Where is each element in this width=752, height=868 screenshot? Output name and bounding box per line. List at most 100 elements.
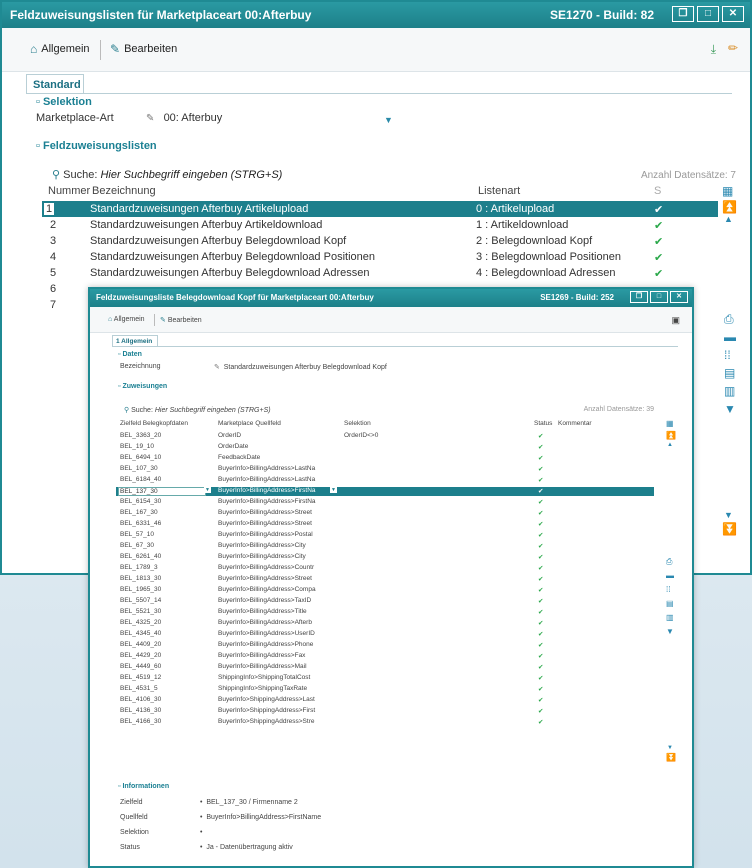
table-row[interactable]: BEL_57_10 BuyerInfo>BillingAddress>Postal… bbox=[116, 531, 654, 540]
table-icon[interactable]: ▤ bbox=[666, 599, 674, 608]
search-bar[interactable]: ⚲ Suche: Hier Suchbegriff eingeben (STRG… bbox=[52, 168, 282, 181]
detail-search-input[interactable]: Hier Suchbegriff eingeben (STRG+S) bbox=[155, 407, 271, 414]
print-icon[interactable]: ⎙ bbox=[666, 557, 672, 567]
down-icon[interactable]: ▼ bbox=[667, 745, 673, 751]
table-row[interactable]: BEL_6154_30 BuyerInfo>BillingAddress>Firs… bbox=[116, 498, 654, 507]
detail-search-bar[interactable]: ⚲ Suche: Hier Suchbegriff eingeben (STRG… bbox=[124, 406, 271, 414]
maximize-button[interactable]: □ bbox=[697, 6, 719, 22]
table-row[interactable]: BEL_19_10 OrderDate ✔ bbox=[116, 443, 654, 452]
restore-button[interactable]: ❐ bbox=[630, 291, 648, 303]
grid-settings-icon[interactable]: ▦ bbox=[722, 184, 733, 198]
last-record-icon[interactable]: ⏬ bbox=[666, 753, 676, 762]
table-row[interactable]: BEL_5507_14 BuyerInfo>BillingAddress>TaxI… bbox=[116, 597, 654, 606]
export-icon[interactable]: ▥ bbox=[666, 613, 674, 622]
table-row[interactable]: BEL_1789_3 BuyerInfo>BillingAddress>Count… bbox=[116, 564, 654, 573]
columns-icon[interactable]: ⁞⁞ bbox=[724, 348, 731, 362]
close-button[interactable]: ✕ bbox=[670, 291, 688, 303]
table-icon[interactable]: ▤ bbox=[724, 366, 735, 380]
table-row[interactable]: BEL_6494_10 FeedbackDate ✔ bbox=[116, 454, 654, 463]
table-row[interactable]: BEL_6331_46 BuyerInfo>BillingAddress>Stre… bbox=[116, 520, 654, 529]
list-section[interactable]: ▫ Feldzuweisungslisten bbox=[36, 140, 157, 152]
last-record-icon[interactable]: ⏬ bbox=[722, 522, 737, 536]
table-row[interactable]: BEL_4106_30 BuyerInfo>ShippingAddress>Las… bbox=[116, 696, 654, 705]
table-row[interactable]: BEL_4345_40 BuyerInfo>BillingAddress>User… bbox=[116, 630, 654, 639]
table-row[interactable]: BEL_4166_30 BuyerInfo>ShippingAddress>Str… bbox=[116, 718, 654, 727]
first-record-icon[interactable]: ⏫ bbox=[722, 200, 737, 214]
row-source: BuyerInfo>BillingAddress>City bbox=[218, 542, 306, 549]
column-comment[interactable]: Kommentar bbox=[558, 420, 592, 427]
table-row[interactable]: BEL_4449_60 BuyerInfo>BillingAddress>Mail… bbox=[116, 663, 654, 672]
close-button[interactable]: ✕ bbox=[722, 6, 744, 22]
table-row[interactable]: BEL_5521_30 BuyerInfo>BillingAddress>Titl… bbox=[116, 608, 654, 617]
edit-label: Bearbeiten bbox=[124, 43, 178, 55]
selection-section[interactable]: ▫ Selektion bbox=[36, 96, 92, 108]
table-row[interactable]: BEL_4325_20 BuyerInfo>BillingAddress>Afte… bbox=[116, 619, 654, 628]
table-row[interactable]: BEL_1813_30 BuyerInfo>BillingAddress>Stre… bbox=[116, 575, 654, 584]
edit-button[interactable]: ✎ Bearbeiten bbox=[110, 42, 177, 56]
up-icon[interactable]: ▲ bbox=[724, 214, 733, 224]
restore-button[interactable]: ❐ bbox=[672, 6, 694, 22]
table-row[interactable]: 4 Standardzuweisungen Afterbuy Belegdownl… bbox=[42, 249, 718, 265]
first-record-icon[interactable]: ⏫ bbox=[666, 431, 676, 440]
search-input[interactable]: Hier Suchbegriff eingeben (STRG+S) bbox=[100, 169, 282, 181]
maximize-button[interactable]: □ bbox=[650, 291, 668, 303]
assign-section[interactable]: ▫ Zuweisungen bbox=[118, 383, 167, 390]
home-icon: ⌂ bbox=[30, 42, 38, 56]
table-row[interactable]: BEL_4136_30 BuyerInfo>ShippingAddress>Fir… bbox=[116, 707, 654, 716]
target-field-select[interactable]: BEL_137_30 bbox=[118, 487, 206, 496]
detail-general-button[interactable]: ⌂ Allgemein bbox=[108, 316, 145, 323]
save-icon[interactable]: ▬ bbox=[666, 571, 674, 580]
table-row[interactable]: BEL_107_30 BuyerInfo>BillingAddress>LastN… bbox=[116, 465, 654, 474]
pencil-icon[interactable]: ✏ bbox=[728, 41, 738, 55]
table-row[interactable]: 1 Standardzuweisungen Afterbuy Artikelupl… bbox=[42, 201, 718, 217]
table-row[interactable]: BEL_137_30 ▼ BuyerInfo>BillingAddress>Firs… bbox=[116, 487, 654, 496]
up-icon[interactable]: ▲ bbox=[667, 442, 673, 448]
info-section[interactable]: ▫ Informationen bbox=[118, 783, 169, 790]
filter-icon[interactable]: ▼ bbox=[666, 627, 674, 636]
table-row[interactable]: BEL_3363_20 OrderID OrderID<>0 ✔ bbox=[116, 432, 654, 441]
marketplace-select[interactable]: ✎ 00: Afterbuy bbox=[146, 112, 222, 124]
table-row[interactable]: BEL_4429_20 BuyerInfo>BillingAddress>Fax ✔ bbox=[116, 652, 654, 661]
import-icon[interactable]: ⤓ bbox=[711, 42, 716, 57]
columns-icon[interactable]: ⁞⁞ bbox=[666, 585, 670, 594]
column-type[interactable]: Listenart bbox=[478, 185, 520, 197]
general-button[interactable]: ⌂ Allgemein bbox=[30, 42, 90, 56]
save-icon[interactable]: ▣ bbox=[671, 315, 680, 326]
down-icon[interactable]: ▼ bbox=[724, 510, 733, 520]
column-name[interactable]: Bezeichnung bbox=[92, 185, 156, 197]
chevron-down-icon[interactable]: ▼ bbox=[384, 115, 393, 125]
grid-settings-icon[interactable]: ▦ bbox=[666, 419, 674, 428]
tab-standard[interactable]: Standard bbox=[26, 74, 84, 94]
table-row[interactable]: BEL_6184_40 BuyerInfo>BillingAddress>Last… bbox=[116, 476, 654, 485]
print-icon[interactable]: ⎙ bbox=[724, 312, 734, 327]
column-selection[interactable]: Selektion bbox=[344, 420, 371, 427]
column-s[interactable]: S bbox=[654, 185, 661, 197]
table-row[interactable]: BEL_4531_5 ShippingInfo>ShippingTaxRate ✔ bbox=[116, 685, 654, 694]
column-status[interactable]: Status bbox=[534, 420, 552, 427]
filter-icon[interactable]: ▼ bbox=[724, 402, 736, 416]
table-row[interactable]: BEL_6261_40 BuyerInfo>BillingAddress>City… bbox=[116, 553, 654, 562]
chevron-down-icon[interactable]: ▼ bbox=[330, 487, 337, 493]
row-number: 2 bbox=[50, 219, 57, 231]
chevron-down-icon[interactable]: ▼ bbox=[204, 487, 211, 493]
table-row[interactable]: BEL_4409_20 BuyerInfo>BillingAddress>Phon… bbox=[116, 641, 654, 650]
name-field[interactable]: ✎ Standardzuweisungen Afterbuy Belegdown… bbox=[214, 363, 387, 371]
table-row[interactable]: 2 Standardzuweisungen Afterbuy Artikeldow… bbox=[42, 217, 718, 233]
table-row[interactable]: BEL_167_30 BuyerInfo>BillingAddress>Stree… bbox=[116, 509, 654, 518]
table-row[interactable]: 3 Standardzuweisungen Afterbuy Belegdownl… bbox=[42, 233, 718, 249]
detail-edit-button[interactable]: ✎ Bearbeiten bbox=[160, 316, 202, 324]
check-icon: ✔ bbox=[538, 466, 544, 473]
general-label: Allgemein bbox=[41, 43, 90, 55]
table-row[interactable]: BEL_4519_12 ShippingInfo>ShippingTotalCos… bbox=[116, 674, 654, 683]
data-section[interactable]: ▫ Daten bbox=[118, 351, 142, 358]
row-target: BEL_6184_40 bbox=[120, 476, 162, 483]
export-icon[interactable]: ▥ bbox=[724, 384, 735, 398]
save-icon[interactable]: ▬ bbox=[724, 330, 736, 344]
row-source[interactable]: BuyerInfo>BillingAddress>FirstNa bbox=[218, 487, 316, 494]
column-source[interactable]: Marketplace Quellfeld bbox=[218, 420, 281, 427]
table-row[interactable]: BEL_67_30 BuyerInfo>BillingAddress>City ✔ bbox=[116, 542, 654, 551]
column-target[interactable]: Zielfeld Belegkopfdaten bbox=[120, 420, 188, 427]
table-row[interactable]: 5 Standardzuweisungen Afterbuy Belegdownl… bbox=[42, 265, 718, 281]
column-number[interactable]: Nummer bbox=[48, 185, 90, 197]
table-row[interactable]: BEL_1965_30 BuyerInfo>BillingAddress>Comp… bbox=[116, 586, 654, 595]
